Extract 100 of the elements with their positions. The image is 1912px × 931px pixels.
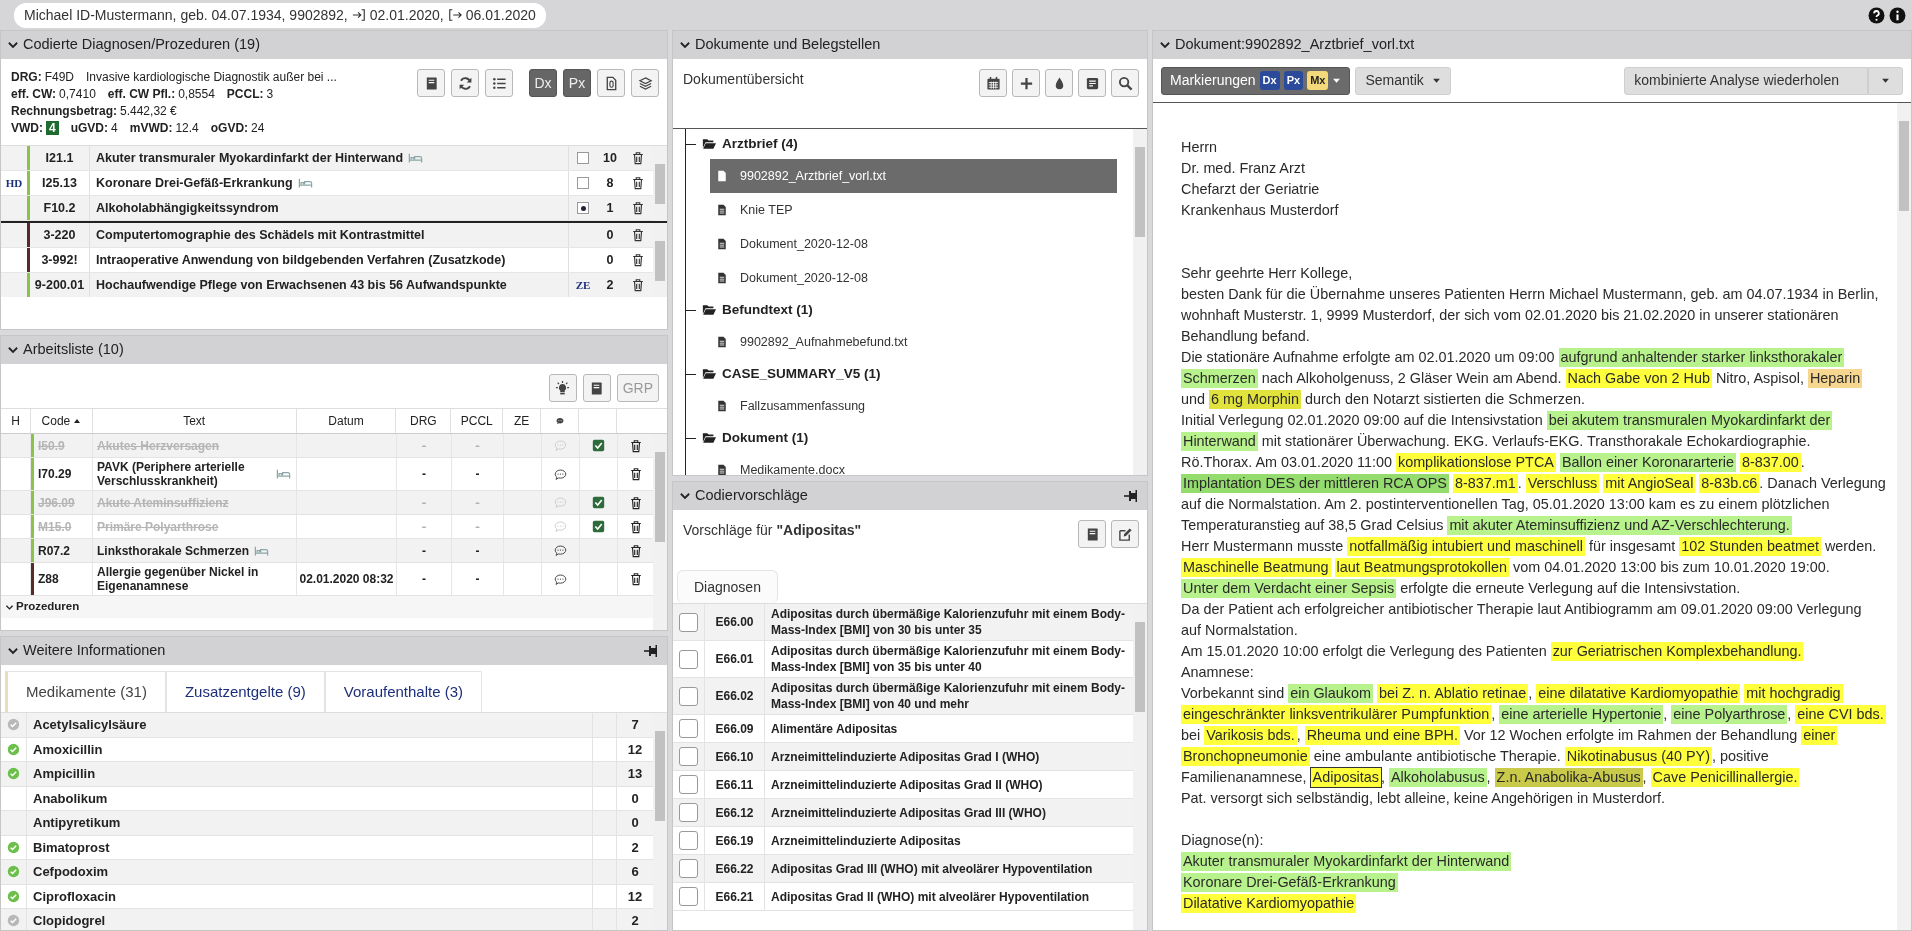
rerun-analysis-button[interactable]: kombinierte Analyse wiederholen (1624, 66, 1868, 95)
highlighted-term[interactable]: eingeschränkter linksventrikulärer Pumpfunktion (1181, 705, 1492, 724)
tab[interactable]: Voraufenthalte (3) (324, 671, 483, 712)
checkbox[interactable] (679, 686, 698, 706)
file-item[interactable]: Dokument_2020-12-08 (710, 261, 1117, 295)
checkbox[interactable] (679, 649, 698, 669)
highlighted-term[interactable]: Verschluss (1525, 474, 1600, 493)
highlighted-term[interactable]: mit akuter Ateminsuffizienz und AZ-Verschlechterung. (1447, 516, 1792, 535)
trash-icon[interactable] (631, 201, 645, 215)
trash-icon[interactable] (628, 543, 643, 558)
calendar-button[interactable] (979, 69, 1007, 97)
scrollbar[interactable] (653, 223, 667, 297)
scrollbar[interactable] (1133, 129, 1147, 475)
folder-item[interactable]: Dokument (1) (686, 423, 809, 453)
highlighted-term[interactable]: Maschinelle Beatmung (1181, 558, 1331, 577)
highlighted-term[interactable]: Cave Penicillinallergie. (1650, 768, 1800, 787)
highlighted-term[interactable]: Nikotinabusus (40 PY) (1564, 747, 1712, 766)
table-row[interactable]: 3-220 Computertomographie des Schädels mit Kontrastmittel 0 (1, 223, 653, 248)
list-button[interactable] (485, 69, 513, 97)
highlighted-term[interactable]: Koronare Drei-Gefäß-Erkrankung (1181, 873, 1398, 892)
column-header[interactable]: Code (30, 409, 93, 433)
highlighted-term[interactable]: 102 Stunden beatmet (1679, 537, 1821, 556)
scrollbar[interactable] (1133, 604, 1147, 930)
checkbox[interactable] (679, 803, 698, 822)
highlighted-term[interactable]: mit AngioSeal (1603, 474, 1696, 493)
highlighted-term[interactable]: bei akutem transmuralen Myokardinfarkt der (1546, 411, 1833, 430)
checkbox-checked-icon[interactable] (592, 439, 605, 452)
highlighted-term[interactable]: laut Beatmungsprotokollen (1334, 558, 1509, 577)
panel-header[interactable]: Dokumente und Belegstellen (673, 31, 1147, 59)
help-icon[interactable] (1868, 6, 1885, 24)
info-icon[interactable] (1889, 6, 1906, 24)
highlighted-term[interactable]: Nach Gabe von 2 Hub (1565, 369, 1712, 388)
trash-icon[interactable] (631, 278, 645, 292)
panel-header[interactable]: Weitere Informationen (1, 637, 667, 665)
column-header[interactable]: PCCL (451, 409, 504, 433)
scrollbar[interactable] (653, 146, 667, 221)
file-item[interactable]: 9902892_Arztbrief_vorl.txt (710, 159, 1117, 193)
file-item[interactable]: 9902892_Aufnahmebefund.txt (710, 325, 1117, 359)
comment-icon[interactable] (554, 467, 567, 481)
highlighted-term[interactable]: Alkoholabusus (1389, 768, 1487, 787)
refresh-button[interactable] (451, 69, 479, 97)
dropdown-toggle[interactable] (1868, 66, 1903, 95)
highlighted-term[interactable]: eine Polyarthrose (1671, 705, 1788, 724)
toggle-button[interactable]: Dx (529, 69, 557, 97)
table-row[interactable]: R07.2 Linksthorakale Schmerzen - - (1, 539, 653, 563)
table-row[interactable]: 9-200.01 Hochaufwendige Pflege von Erwachsenen 43 bis 56 Aufwandspunkte ZE 2 (1, 273, 653, 297)
highlighted-term[interactable]: notfallmäßig intubiert und maschinell (1347, 537, 1585, 556)
table-row[interactable]: I21.1 Akuter transmuraler Myokardinfarkt der Hinterwand 10 (1, 146, 653, 171)
comment-icon[interactable] (554, 572, 567, 586)
trash-icon[interactable] (628, 438, 643, 453)
checkbox-checked-icon[interactable] (592, 520, 605, 533)
semantics-dropdown[interactable]: Semantik (1355, 66, 1451, 95)
checkbox[interactable] (679, 775, 698, 794)
highlighted-term[interactable]: Ballon einer Koronararterie (1559, 453, 1736, 472)
highlighted-term[interactable]: Akuter transmuraler Myokardinfarkt der Hinterwand (1181, 852, 1512, 871)
highlighted-term[interactable]: Schmerzen (1181, 369, 1258, 388)
highlighted-term[interactable]: einer (1801, 726, 1838, 745)
trash-icon[interactable] (628, 495, 643, 510)
highlighted-term[interactable]: eine arterielle Hypertonie (1499, 705, 1664, 724)
checkbox[interactable] (679, 831, 698, 850)
highlighted-term[interactable]: mit hochgradig (1744, 684, 1843, 703)
highlighted-term[interactable]: bei Z. n. Ablatio retinae (1377, 684, 1529, 703)
highlighted-term[interactable]: Z.n. Anabolika-Abusus (1494, 768, 1643, 787)
checkbox[interactable] (577, 202, 589, 214)
file-item[interactable]: Medikamente.docx (710, 453, 1117, 475)
highlighted-term[interactable]: Varikosis bds. (1204, 726, 1297, 745)
highlighted-term[interactable]: Implantation DES der mittleren RCA OPS (1181, 474, 1449, 493)
highlighted-term[interactable]: Dilatative Kardiomyopathie (1181, 894, 1357, 913)
paperclip-document-button[interactable] (597, 69, 625, 97)
checkbox[interactable] (577, 177, 589, 189)
highlighted-term[interactable]: komplikationslose PTCA (1395, 453, 1556, 472)
trash-icon[interactable] (628, 467, 643, 481)
highlighted-term[interactable]: Adipositas (1310, 768, 1381, 787)
highlighted-term[interactable]: 8-837.00 (1739, 453, 1801, 472)
column-header[interactable]: DRG (396, 409, 452, 433)
highlighted-term[interactable]: Bronchopneumonie (1181, 747, 1310, 766)
scrollbar[interactable] (653, 434, 667, 630)
highlighted-term[interactable]: aufgrund anhaltender starker linksthorakaler (1558, 348, 1845, 367)
trash-icon[interactable] (628, 572, 643, 586)
highlighted-term[interactable]: ein Glaukom (1288, 684, 1373, 703)
highlighted-term[interactable]: Unter dem Verdacht einer Sepsis (1181, 579, 1397, 598)
column-header[interactable]: H (1, 409, 31, 433)
highlighted-term[interactable]: Heparin (1807, 369, 1863, 388)
checkbox[interactable] (679, 719, 698, 738)
file-item[interactable]: Dokument_2020-12-08 (710, 227, 1117, 261)
highlighted-term[interactable]: Rheuma und eine BPH. (1304, 726, 1460, 745)
plus-button[interactable] (1012, 69, 1040, 97)
highlighted-term[interactable]: 8-83b.c6 (1699, 474, 1760, 493)
highlighted-term[interactable]: 6 mg Morphin (1209, 390, 1301, 409)
column-header[interactable]: Datum (296, 409, 397, 433)
trash-icon[interactable] (628, 519, 643, 534)
panel-header[interactable]: Dokument:9902892_Arztbrief_vorl.txt (1153, 31, 1911, 59)
folder-item[interactable]: Befundtext (1) (686, 295, 813, 325)
tab[interactable]: Medikamente (31) (5, 671, 166, 712)
scrollbar[interactable] (1897, 103, 1911, 930)
edit-button[interactable] (1111, 520, 1139, 548)
panel-header[interactable]: Arbeitsliste (10) (1, 336, 667, 364)
book-button[interactable] (417, 69, 445, 97)
column-header[interactable]: ZE (503, 409, 542, 433)
layers-button[interactable] (631, 69, 659, 97)
